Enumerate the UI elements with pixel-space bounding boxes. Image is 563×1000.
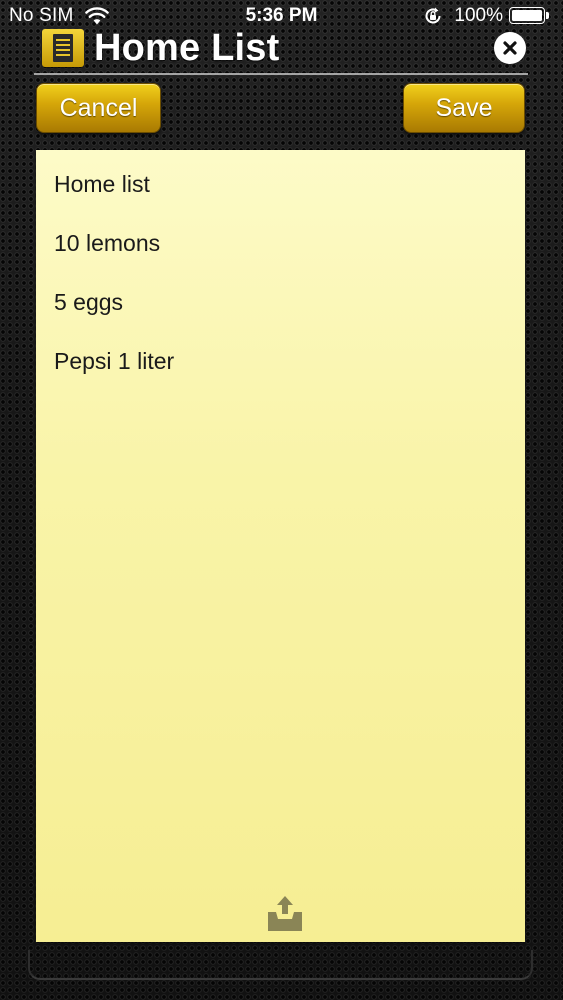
bottom-frame <box>28 950 533 980</box>
note-line: Pepsi 1 liter <box>54 348 175 374</box>
battery-percent: 100% <box>454 5 503 26</box>
orientation-lock-icon <box>425 7 441 24</box>
note-line: 10 lemons <box>54 230 161 256</box>
note-line: 5 eggs <box>54 289 124 315</box>
page-title: Home List <box>94 27 280 69</box>
notepad-pad <box>53 34 73 62</box>
status-right: 100% <box>423 5 551 27</box>
battery-fill <box>512 9 542 21</box>
share-button[interactable] <box>266 892 304 932</box>
title-bar: Home List <box>34 26 528 74</box>
battery-tip <box>546 11 549 19</box>
close-button[interactable] <box>494 32 526 64</box>
close-icon <box>503 41 517 55</box>
title-divider <box>34 73 528 75</box>
note-line: Home list <box>54 171 150 197</box>
battery-body <box>509 6 545 24</box>
battery-icon <box>509 6 551 26</box>
share-icon <box>268 896 302 931</box>
save-button[interactable]: Save <box>403 83 525 133</box>
notepad-icon <box>42 29 84 67</box>
note-lines: Home list 10 lemons 5 eggs Pepsi 1 liter <box>54 170 174 406</box>
cancel-button[interactable]: Cancel <box>36 83 161 133</box>
note-text-area[interactable]: Home list 10 lemons 5 eggs Pepsi 1 liter <box>36 150 525 942</box>
